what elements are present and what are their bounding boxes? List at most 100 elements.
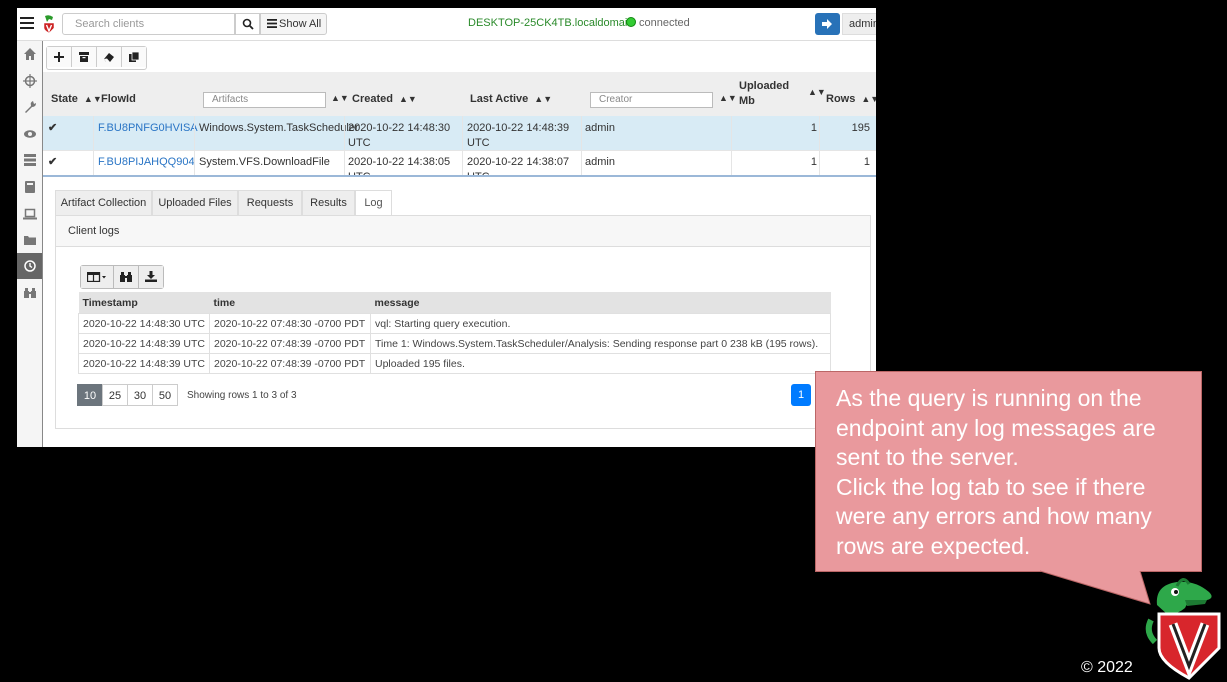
col-last-active[interactable]: Last Active ▲▼ (470, 93, 552, 105)
sort-icon[interactable]: ▲▼ (331, 93, 349, 103)
flow-artifacts: Windows.System.TaskScheduler (199, 122, 359, 134)
download-icon (145, 271, 157, 282)
copy-icon (129, 51, 140, 62)
search-input[interactable]: Search clients (62, 13, 235, 35)
sort-icon: ▲▼ (534, 94, 553, 104)
tab-artifact-collection[interactable]: Artifact Collection (55, 190, 152, 215)
wrench-icon[interactable] (23, 100, 37, 114)
hamburger-icon[interactable] (20, 17, 34, 31)
flow-last-active: 2020-10-22 14:38:07 UTC (467, 156, 570, 175)
show-all-label: Show All (279, 18, 322, 30)
col-flowid-label: FlowId (101, 93, 136, 105)
flow-creator: admin (585, 156, 615, 168)
log-table-toolbar (80, 265, 164, 289)
col-rows-label: Rows (826, 93, 856, 105)
delete-collection-button[interactable] (97, 47, 122, 67)
binoculars-icon[interactable] (23, 286, 37, 300)
top-navbar: Search clients Show All DESKTOP-25CK4TB.… (17, 8, 876, 41)
flow-last-active: 2020-10-22 14:48:39 UTC (467, 122, 570, 149)
col-last-active-label: Last Active (470, 93, 529, 105)
log-time: 2020-10-22 07:48:39 -0700 PDT (209, 353, 371, 374)
search-button[interactable] (235, 13, 260, 35)
artifacts-filter-input[interactable]: Artifacts (203, 92, 326, 108)
flow-artifacts: System.VFS.DownloadFile (199, 156, 330, 168)
flow-creator: admin (585, 122, 615, 134)
log-time: 2020-10-22 07:48:30 -0700 PDT (209, 313, 371, 334)
columns-button[interactable] (81, 266, 114, 288)
connected-status-icon (626, 17, 636, 27)
log-timestamp: 2020-10-22 14:48:39 UTC (78, 333, 210, 354)
log-message: Uploaded 195 files. (370, 353, 831, 374)
connection-status: connected (626, 17, 690, 29)
flow-id-link[interactable]: F.BU8PNFG0HVISA (98, 121, 198, 136)
page-size-10[interactable]: 10 (77, 384, 103, 406)
col-uploaded-mb[interactable]: Uploaded Mb (739, 79, 799, 109)
flow-created: 2020-10-22 14:38:05 UTC (348, 156, 451, 175)
flow-rows: 195 (851, 122, 870, 134)
archive-icon (79, 52, 89, 62)
archive-collection-button[interactable] (72, 47, 97, 67)
table-row: 2020-10-22 14:48:30 UTC 2020-10-22 07:48… (78, 313, 831, 334)
tab-requests[interactable]: Requests (238, 190, 302, 215)
log-message: vql: Starting query execution. (370, 313, 831, 334)
page-size-25[interactable]: 25 (102, 384, 128, 406)
columns-icon (87, 272, 106, 282)
folder-icon[interactable] (23, 233, 37, 247)
eye-icon[interactable] (23, 127, 37, 141)
user-menu-button[interactable]: admin (842, 13, 876, 35)
tab-log[interactable]: Log (355, 190, 392, 216)
log-timestamp: 2020-10-22 14:48:30 UTC (78, 313, 210, 334)
client-hostname: DESKTOP-25CK4TB.localdomain (468, 17, 634, 29)
copyright: © 2022 (1081, 659, 1133, 676)
binoculars-icon (120, 272, 132, 282)
server-icon[interactable] (23, 153, 37, 167)
book-icon[interactable] (23, 180, 37, 194)
page-1-button[interactable]: 1 (791, 384, 811, 406)
download-button[interactable] (139, 266, 163, 288)
col-rows[interactable]: Rows ▲▼ (826, 93, 876, 105)
flow-uploaded-mb: 1 (810, 156, 817, 168)
col-flowid[interactable]: FlowId (101, 93, 136, 105)
page-size-50[interactable]: 50 (152, 384, 178, 406)
sort-icon[interactable]: ▲▼ (719, 93, 737, 103)
copy-collection-button[interactable] (122, 47, 146, 67)
col-created[interactable]: Created ▲▼ (352, 93, 417, 105)
tab-results[interactable]: Results (302, 190, 355, 215)
table-row[interactable]: ✔ F.BU8PIJAHQQ904 System.VFS.DownloadFil… (43, 150, 876, 176)
sort-icon[interactable]: ▲▼ (808, 87, 826, 97)
plus-icon (54, 52, 64, 62)
log-table-header: Timestamp time message (78, 292, 831, 314)
flow-uploaded-mb: 1 (810, 122, 817, 134)
sort-icon: ▲▼ (83, 94, 102, 104)
log-message: Time 1: Windows.System.TaskScheduler/Ana… (370, 333, 831, 354)
pane-splitter[interactable] (43, 175, 876, 177)
logout-button[interactable] (815, 13, 840, 35)
col-timestamp[interactable]: Timestamp (78, 292, 210, 314)
search-icon (242, 18, 254, 30)
col-uploaded-mb-label: Uploaded Mb (739, 80, 790, 107)
page-size-30[interactable]: 30 (127, 384, 153, 406)
laptop-icon[interactable] (23, 207, 37, 221)
crosshairs-icon[interactable] (23, 74, 37, 88)
creator-filter-input[interactable]: Creator (590, 92, 713, 108)
flow-rows: 1 (863, 156, 870, 168)
log-time: 2020-10-22 07:48:39 -0700 PDT (209, 333, 371, 354)
search-table-button[interactable] (114, 266, 139, 288)
callout-box: As the query is running on the endpoint … (815, 371, 1202, 572)
show-all-button[interactable]: Show All (260, 13, 327, 35)
sort-icon: ▲▼ (861, 94, 876, 104)
connection-status-label: connected (639, 17, 690, 29)
tab-uploaded-files[interactable]: Uploaded Files (152, 190, 238, 215)
col-state[interactable]: State ▲▼ (51, 93, 102, 105)
eraser-icon (104, 53, 114, 62)
col-time[interactable]: time (209, 292, 371, 314)
table-row[interactable]: ✔ F.BU8PNFG0HVISA Windows.System.TaskSch… (43, 116, 876, 151)
col-message[interactable]: message (370, 292, 831, 314)
home-icon[interactable] (23, 47, 37, 61)
state-check-icon: ✔ (48, 122, 58, 134)
velociraptor-logo[interactable] (42, 14, 56, 34)
flow-id-link[interactable]: F.BU8PIJAHQQ904 (98, 155, 195, 170)
callout-text: As the query is running on the endpoint … (836, 385, 1156, 559)
new-collection-button[interactable] (47, 47, 72, 67)
history-icon[interactable] (23, 259, 37, 273)
